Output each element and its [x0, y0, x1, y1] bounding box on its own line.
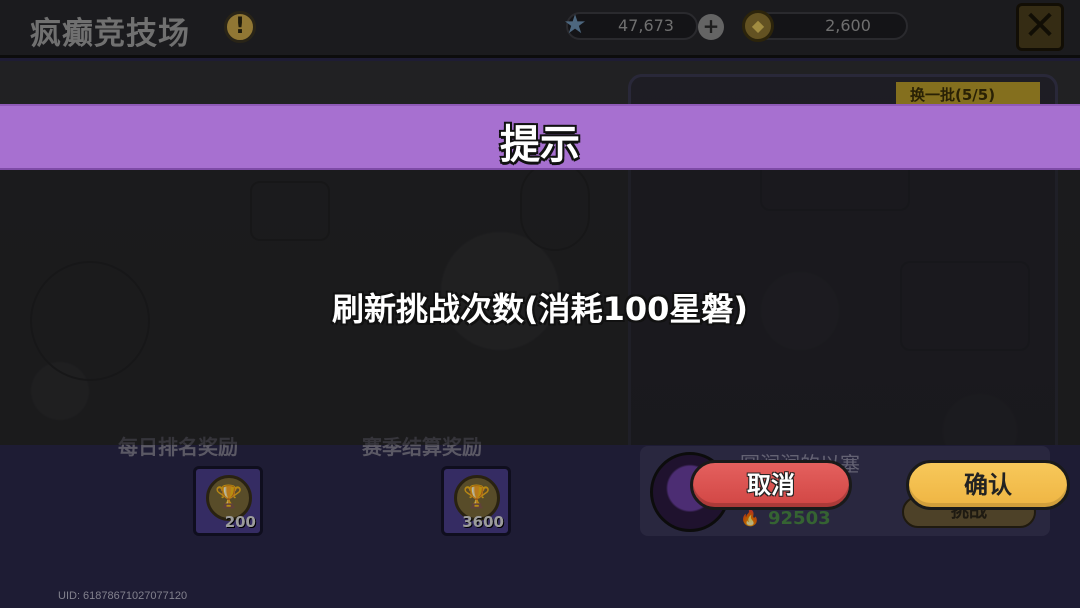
dialog-title: 提示 [500, 122, 580, 168]
cancel-button[interactable]: 取消 [690, 460, 852, 510]
dialog-message: 刷新挑战次数(消耗100星磐) [331, 290, 749, 328]
confirm-button[interactable]: 确认 [906, 460, 1070, 510]
